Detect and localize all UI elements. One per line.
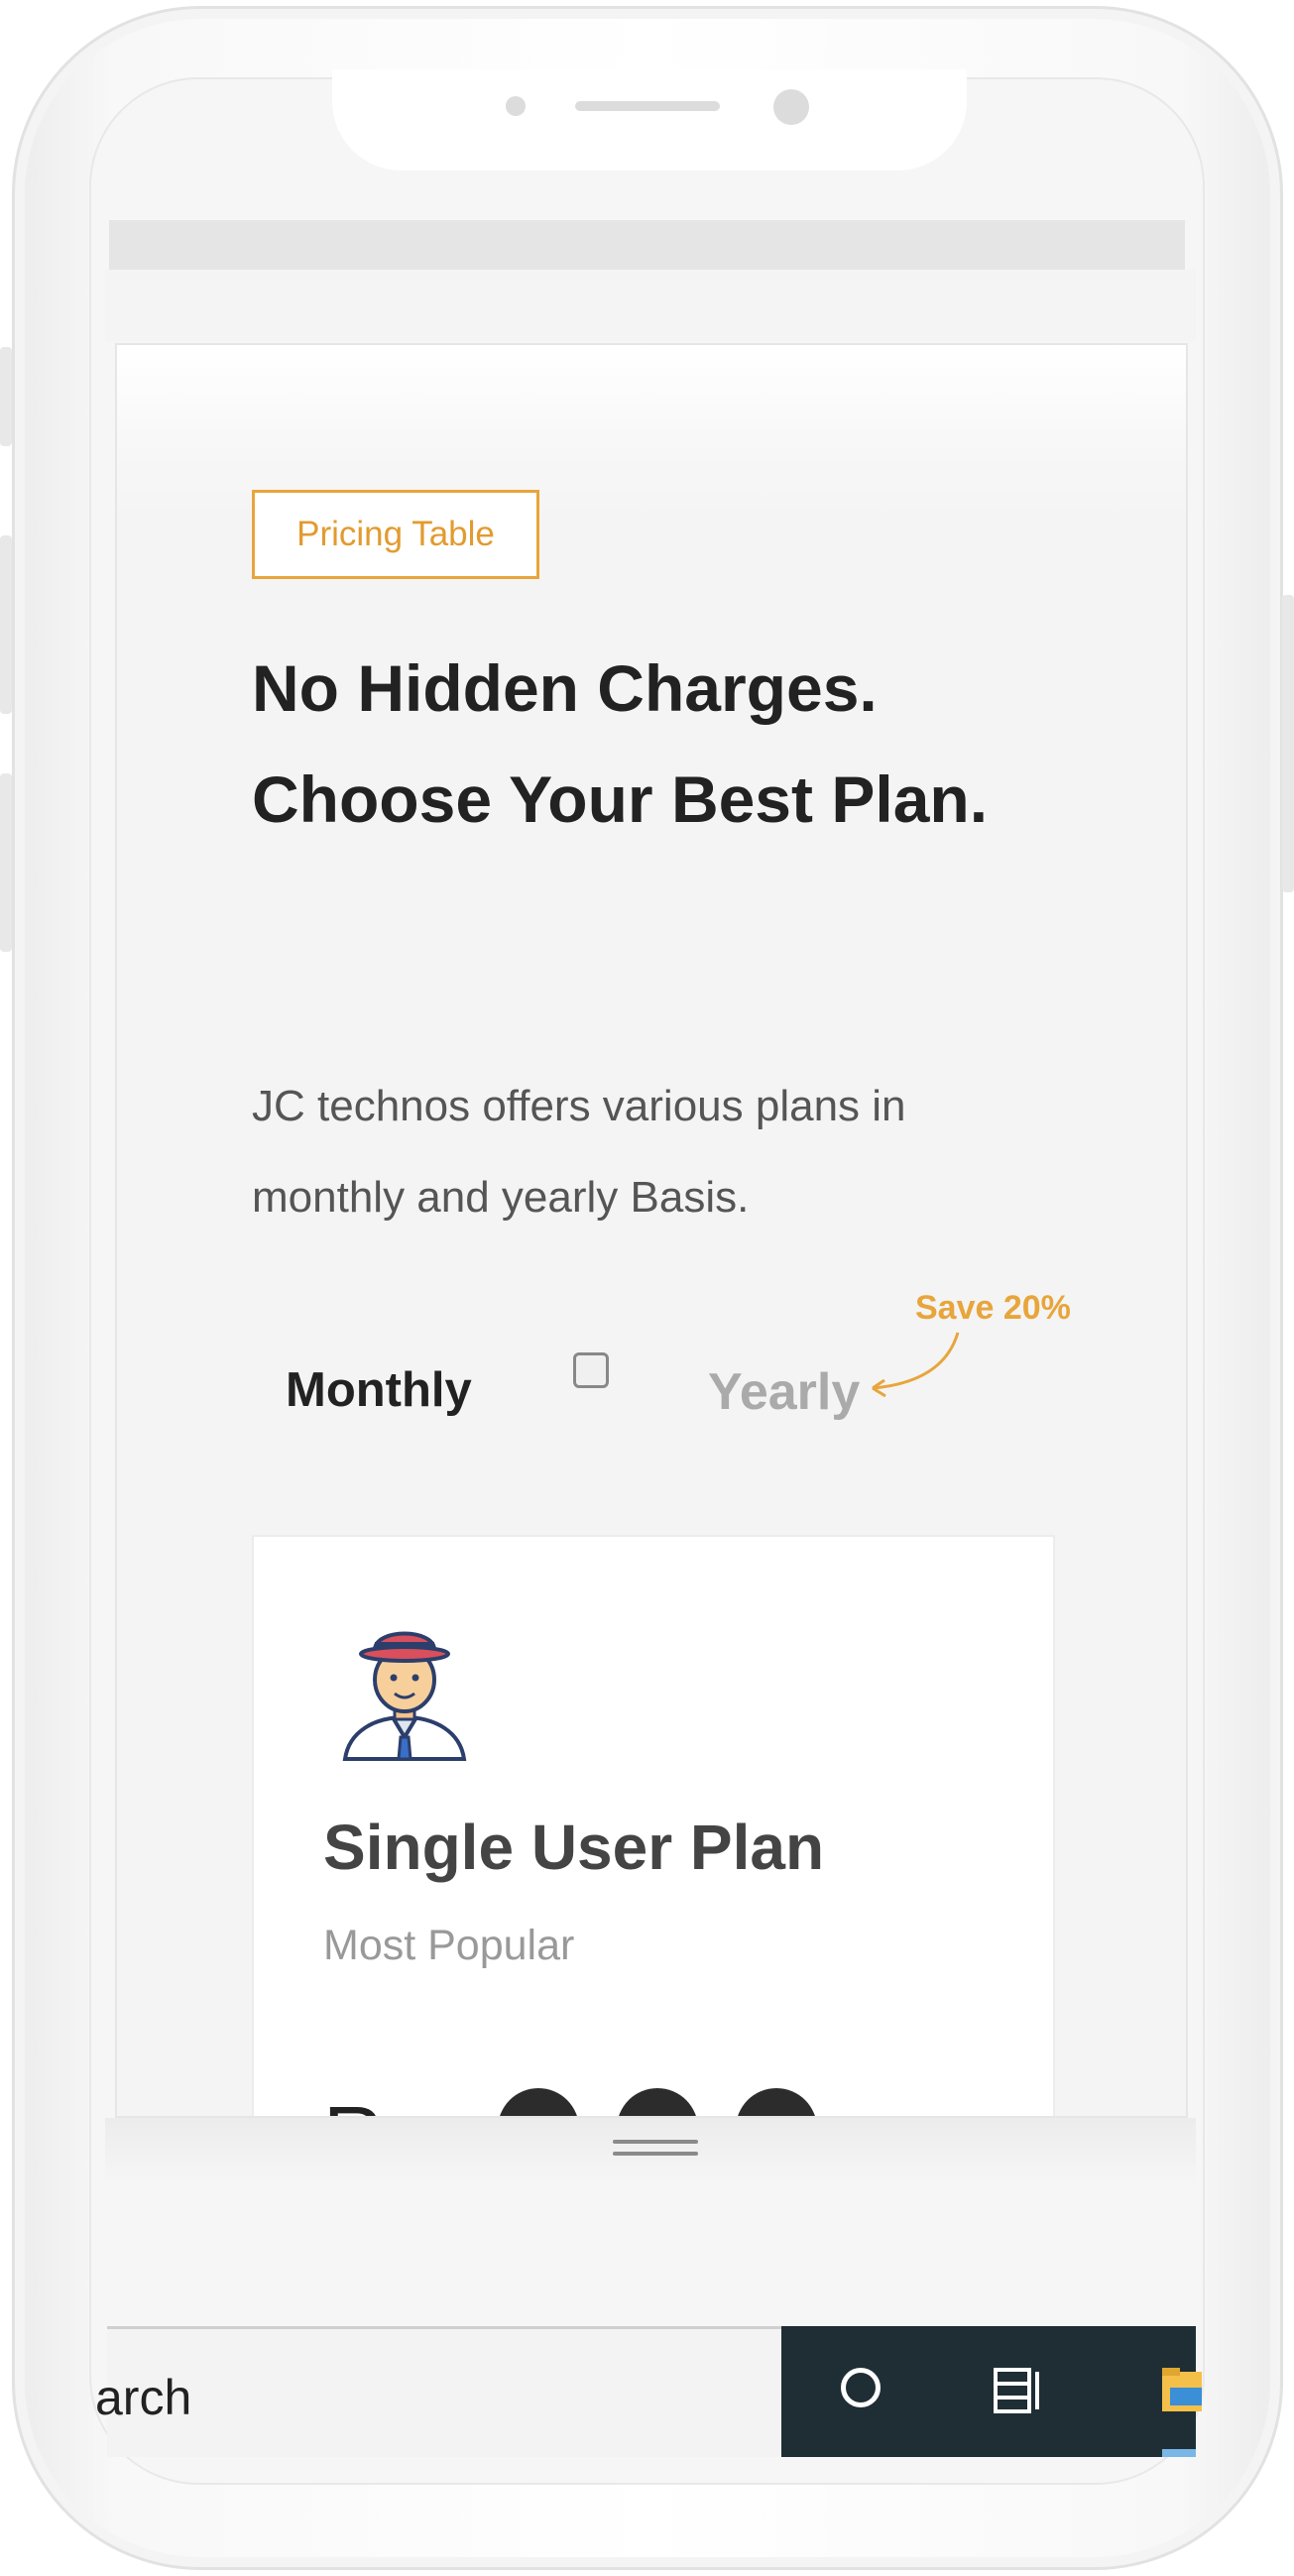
file-explorer-icon[interactable] [1162, 2366, 1202, 2415]
page-description: JC technos offers various plans in month… [252, 1082, 906, 1222]
price-digit [617, 2088, 698, 2116]
yearly-label[interactable]: Yearly [708, 1362, 860, 1422]
task-view-icon[interactable] [992, 2366, 1045, 2415]
taskbar: arch [95, 2326, 1202, 2457]
front-camera [773, 89, 809, 125]
speaker-grille [575, 101, 720, 111]
price-currency: R [323, 2088, 384, 2116]
webpage-viewport[interactable]: Pricing Table No Hidden Charges. Choose … [115, 343, 1188, 2118]
browser-top-bar [109, 220, 1185, 270]
price-digit [498, 2088, 579, 2116]
phone-notch [332, 69, 967, 171]
drag-handle-icon[interactable] [613, 2140, 698, 2160]
phone-side-button [0, 347, 12, 446]
save-20-note: Save 20% [915, 1289, 1071, 1327]
active-app-indicator [1162, 2449, 1196, 2457]
browser-strip [105, 270, 1196, 341]
phone-volume-button [0, 535, 12, 714]
sensor-dot [506, 96, 526, 116]
cortana-circle-icon[interactable] [841, 2368, 881, 2407]
phone-volume-button [0, 773, 12, 952]
taskbar-search-text: arch [95, 2370, 192, 2425]
user-avatar-hat-icon [342, 1631, 467, 1761]
page-headline: No Hidden Charges. Choose Your Best Plan… [252, 651, 989, 836]
phone-power-button [1282, 595, 1294, 892]
billing-toggle-checkbox[interactable] [573, 1352, 609, 1388]
taskbar-search-box[interactable]: arch [95, 2326, 781, 2457]
curved-arrow-icon [872, 1332, 960, 1398]
monthly-label[interactable]: Monthly [286, 1362, 472, 1418]
plan-card[interactable]: Single User Plan Most Popular R [252, 1535, 1055, 2116]
price-digit [736, 2088, 817, 2116]
taskbar-icon-area [781, 2326, 1202, 2457]
plan-subtitle: Most Popular [323, 1922, 575, 1969]
plan-name: Single User Plan [323, 1812, 825, 1883]
pricing-table-badge: Pricing Table [252, 490, 539, 579]
